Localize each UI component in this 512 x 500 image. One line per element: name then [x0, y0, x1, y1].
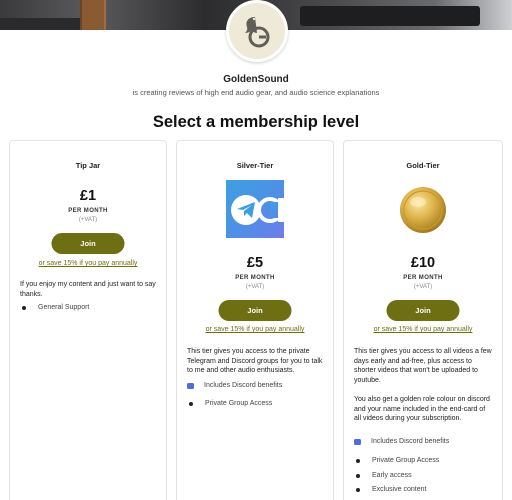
- benefit-label: General Support: [38, 304, 90, 311]
- tier-period: PER MONTH: [235, 275, 275, 281]
- tier-period: PER MONTH: [403, 275, 443, 281]
- telegram-discord-icon: [226, 180, 284, 238]
- tier-card-gold: Gold-Tier £10 PER MONTH (+VAT) Join or s…: [343, 140, 503, 500]
- benefit-label: Early access: [372, 472, 412, 479]
- banner-shelf: [0, 18, 80, 30]
- join-button[interactable]: Join: [51, 233, 125, 254]
- bullet-icon: [22, 305, 26, 310]
- tier-description-extra: You also get a golden role colour on dis…: [354, 396, 490, 422]
- tier-vat: (+VAT): [78, 217, 98, 223]
- benefit-label: Private Group Access: [205, 400, 273, 407]
- tier-name: Silver-Tier: [236, 161, 274, 170]
- tier-description: This tier gives you access to all videos…: [354, 348, 492, 384]
- benefit-label: Includes Discord benefits: [204, 382, 283, 389]
- tier-card-silver: Silver-Tier £5 PER MONTH (+VAT) Join or …: [176, 140, 334, 500]
- discord-icon: [354, 438, 361, 445]
- tier-price: £1: [79, 188, 97, 204]
- annual-payment-link[interactable]: or save 15% if you pay annually: [177, 326, 333, 333]
- benefit-item: Includes Discord benefits: [187, 382, 325, 389]
- bullet-icon: [356, 473, 360, 478]
- benefit-item: Exclusive content: [354, 486, 494, 493]
- benefit-item: Private Group Access: [187, 400, 325, 407]
- annual-payment-link[interactable]: or save 15% if you pay annually: [10, 260, 166, 267]
- benefit-label: Includes Discord benefits: [371, 438, 450, 445]
- benefit-label: Private Group Access: [372, 457, 440, 464]
- banner-audio-device: [300, 6, 480, 26]
- tier-period: PER MONTH: [68, 208, 108, 214]
- benefit-item: General Support: [20, 304, 158, 311]
- tier-price: £10: [410, 255, 436, 271]
- join-button[interactable]: Join: [218, 300, 292, 321]
- tier-price: £5: [246, 255, 264, 271]
- discord-icon: [187, 382, 194, 389]
- annual-payment-link[interactable]: or save 15% if you pay annually: [344, 326, 502, 333]
- tier-name: Gold-Tier: [406, 161, 440, 170]
- tier-description: If you enjoy my content and just want to…: [20, 281, 156, 298]
- page-title: Select a membership level: [152, 113, 360, 131]
- creator-name: GoldenSound: [223, 74, 289, 85]
- tier-name: Tip Jar: [75, 161, 101, 170]
- benefit-item: Early access: [354, 472, 494, 479]
- bullet-icon: [356, 458, 360, 463]
- bullet-icon: [189, 401, 193, 406]
- benefit-item: Private Group Access: [354, 457, 494, 464]
- snail-g-logo-icon: [236, 10, 278, 52]
- creator-avatar[interactable]: [226, 0, 288, 62]
- bullet-icon: [356, 487, 360, 492]
- tier-vat: (+VAT): [245, 284, 265, 290]
- tier-card-tip-jar: Tip Jar £1 PER MONTH (+VAT) Join or save…: [9, 140, 167, 500]
- banner-wood-post: [80, 0, 106, 30]
- benefit-label: Exclusive content: [372, 486, 427, 493]
- tier-description: This tier gives you access to the privat…: [187, 348, 323, 374]
- creator-description: is creating reviews of high end audio ge…: [132, 88, 380, 97]
- join-button[interactable]: Join: [386, 300, 460, 321]
- tier-vat: (+VAT): [413, 284, 433, 290]
- benefit-item: Includes Discord benefits: [354, 438, 494, 445]
- gold-coin-icon: [400, 187, 446, 233]
